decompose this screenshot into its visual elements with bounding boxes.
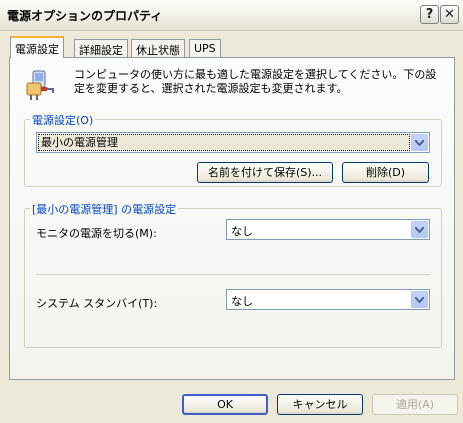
close-button[interactable]: ✕ bbox=[440, 5, 459, 24]
description-text: コンピュータの使い方に最も適した電源設定を選択してください。下の設定を変更すると… bbox=[74, 68, 437, 95]
tab-hibernate[interactable]: 休止状態 bbox=[131, 39, 185, 57]
cancel-button[interactable]: キャンセル bbox=[277, 394, 363, 415]
system-standby-label: システム スタンバイ(T): bbox=[36, 297, 158, 310]
power-options-icon bbox=[26, 70, 54, 100]
system-standby-select[interactable]: なし bbox=[226, 289, 430, 310]
tab-ups[interactable]: UPS bbox=[189, 39, 221, 57]
dropdown-arrow-icon[interactable] bbox=[411, 134, 428, 151]
dropdown-arrow-icon[interactable] bbox=[411, 221, 428, 238]
monitor-off-label: モニタの電源を切る(M): bbox=[36, 227, 157, 240]
dropdown-arrow-icon[interactable] bbox=[411, 291, 428, 308]
monitor-off-select[interactable]: なし bbox=[226, 219, 430, 240]
power-scheme-select[interactable]: 最小の電源管理 bbox=[36, 132, 430, 153]
scheme-settings-group-label: [最小の電源管理] の電源設定 bbox=[30, 201, 179, 217]
power-scheme-value: 最小の電源管理 bbox=[38, 134, 410, 151]
divider bbox=[36, 274, 430, 275]
tab-advanced[interactable]: 詳細設定 bbox=[74, 39, 128, 57]
apply-button[interactable]: 適用(A) bbox=[372, 394, 458, 415]
help-button[interactable]: ? bbox=[420, 5, 439, 24]
monitor-off-value: なし bbox=[231, 225, 253, 238]
window-title: 電源オプションのプロパティ bbox=[7, 9, 163, 23]
save-as-button[interactable]: 名前を付けて保存(S)... bbox=[197, 162, 333, 183]
title-bar: 電源オプションのプロパティ ? ✕ bbox=[0, 0, 463, 31]
system-standby-value: なし bbox=[231, 295, 253, 308]
power-scheme-group-label: 電源設定(O) bbox=[30, 112, 96, 128]
delete-button[interactable]: 削除(D) bbox=[342, 162, 429, 183]
ok-button[interactable]: OK bbox=[182, 394, 268, 415]
tab-power-schemes[interactable]: 電源設定 bbox=[10, 36, 64, 58]
